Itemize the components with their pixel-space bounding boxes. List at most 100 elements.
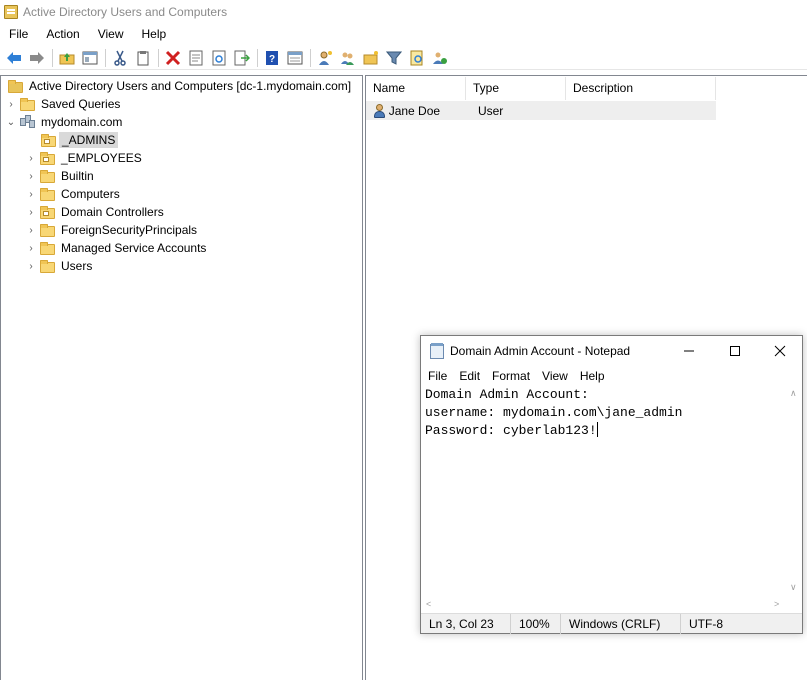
folder-icon (40, 223, 56, 237)
text-line: Password: cyberlab123! (425, 423, 597, 438)
cut-icon[interactable] (109, 47, 131, 69)
menu-file[interactable]: File (0, 24, 37, 44)
tree-item-label: _ADMINS (59, 132, 119, 148)
tree-root-label: Active Directory Users and Computers [dc… (29, 79, 352, 93)
chevron-down-icon[interactable]: ⌄ (6, 117, 16, 128)
toolbar: ? (0, 46, 807, 70)
refresh-icon[interactable] (208, 47, 230, 69)
filter-icon[interactable] (383, 47, 405, 69)
notepad-text-area[interactable]: Domain Admin Account: username: mydomain.… (422, 386, 788, 598)
list-cell-type: User (477, 103, 504, 118)
notepad-menu-file[interactable]: File (421, 366, 453, 386)
toolbar-separator (52, 48, 53, 67)
console-view-icon[interactable] (284, 47, 306, 69)
add-to-group-icon[interactable] (429, 47, 451, 69)
scroll-up-icon[interactable]: ∧ (790, 388, 797, 399)
export-list-icon[interactable] (231, 47, 253, 69)
list-cell-name: Jane Doe (388, 103, 441, 118)
forward-icon[interactable] (26, 47, 48, 69)
maximize-icon (730, 346, 740, 356)
tree-item-users[interactable]: › Users (26, 257, 92, 275)
tree-item-foreign-security-principals[interactable]: › ForeignSecurityPrincipals (26, 221, 197, 239)
toolbar-separator (105, 48, 106, 67)
scroll-left-icon[interactable]: < (426, 599, 431, 609)
status-line-endings: Windows (CRLF) (561, 613, 681, 634)
list-item[interactable]: Jane Doe User (366, 101, 716, 120)
chevron-right-icon[interactable]: › (26, 189, 36, 200)
tree-item-label: Domain Controllers (61, 205, 164, 219)
new-ou-icon[interactable] (360, 47, 382, 69)
user-icon (373, 103, 387, 118)
notepad-menu-format[interactable]: Format (486, 366, 536, 386)
tree-item-employees[interactable]: › _EMPLOYEES (26, 149, 141, 167)
chevron-right-icon[interactable]: › (26, 243, 36, 254)
status-position: Ln 3, Col 23 (421, 613, 511, 634)
text-line-with-caret: Password: cyberlab123! (425, 422, 788, 440)
notepad-status-bar: Ln 3, Col 23 100% Windows (CRLF) UTF-8 (421, 613, 802, 634)
tree-item-managed-service-accounts[interactable]: › Managed Service Accounts (26, 239, 206, 257)
minimize-button[interactable] (666, 336, 712, 366)
tree-item-domain[interactable]: ⌄ mydomain.com (6, 113, 122, 131)
column-header-name[interactable]: Name (366, 77, 466, 100)
up-folder-icon[interactable] (56, 47, 78, 69)
back-icon[interactable] (3, 47, 25, 69)
aduc-app-icon (4, 5, 18, 19)
notepad-menu-view[interactable]: View (536, 366, 574, 386)
tree-item-label: Saved Queries (41, 97, 121, 111)
help-icon[interactable]: ? (261, 47, 283, 69)
notepad-window[interactable]: Domain Admin Account - Notepad File Edit… (420, 335, 803, 634)
toolbar-separator (257, 48, 258, 67)
scroll-down-icon[interactable]: ∨ (790, 582, 797, 593)
column-header-description[interactable]: Description (566, 77, 716, 100)
chevron-right-icon[interactable]: › (26, 261, 36, 272)
toolbar-separator (158, 48, 159, 67)
notepad-menu-edit[interactable]: Edit (453, 366, 486, 386)
show-hide-tree-icon[interactable] (79, 47, 101, 69)
folder-icon (20, 97, 36, 111)
tree-item-label: mydomain.com (41, 115, 123, 129)
toolbar-separator (310, 48, 311, 67)
properties-icon[interactable] (185, 47, 207, 69)
tree-item-computers[interactable]: › Computers (26, 185, 119, 203)
title-bar: Active Directory Users and Computers (0, 0, 807, 24)
chevron-right-icon[interactable]: › (26, 171, 36, 182)
tree-item-saved-queries[interactable]: › Saved Queries (6, 95, 120, 113)
ou-folder-icon (41, 133, 57, 147)
new-group-icon[interactable] (337, 47, 359, 69)
tree-item-admins[interactable]: _ADMINS (37, 131, 119, 149)
close-button[interactable] (757, 336, 803, 366)
scroll-right-icon[interactable]: > (774, 599, 779, 609)
tree-item-label: Managed Service Accounts (61, 241, 207, 255)
maximize-button[interactable] (712, 336, 758, 366)
domain-icon (20, 115, 36, 129)
menu-action[interactable]: Action (37, 24, 88, 44)
notepad-title-bar[interactable]: Domain Admin Account - Notepad (421, 336, 802, 366)
menu-bar: File Action View Help (0, 24, 807, 44)
chevron-right-icon[interactable]: › (26, 207, 36, 218)
menu-help[interactable]: Help (133, 24, 176, 44)
minimize-icon (684, 350, 694, 352)
tree-root[interactable]: Active Directory Users and Computers [dc… (4, 77, 351, 95)
text-line: Domain Admin Account: (425, 387, 589, 402)
chevron-right-icon[interactable]: › (6, 99, 16, 110)
tree-item-label: ForeignSecurityPrincipals (61, 223, 198, 237)
column-header-type[interactable]: Type (466, 77, 566, 100)
aduc-root-icon (8, 79, 24, 93)
menu-view[interactable]: View (89, 24, 133, 44)
list-header: Name Type Description (366, 77, 716, 100)
tree-item-builtin[interactable]: › Builtin (26, 167, 93, 185)
vertical-scrollbar[interactable]: ∧ ∨ (787, 386, 802, 598)
notepad-title: Domain Admin Account - Notepad (450, 344, 631, 358)
chevron-right-icon[interactable]: › (26, 225, 36, 236)
tree-item-domain-controllers[interactable]: › Domain Controllers (26, 203, 164, 221)
notepad-menu-help[interactable]: Help (574, 366, 611, 386)
horizontal-scrollbar[interactable]: < > (422, 598, 787, 613)
delete-icon[interactable] (162, 47, 184, 69)
window-title: Active Directory Users and Computers (23, 5, 228, 19)
ou-folder-icon (40, 151, 56, 165)
find-icon[interactable] (406, 47, 428, 69)
text-caret (596, 422, 598, 437)
copy-icon[interactable] (132, 47, 154, 69)
new-user-icon[interactable] (314, 47, 336, 69)
chevron-right-icon[interactable]: › (26, 153, 36, 164)
